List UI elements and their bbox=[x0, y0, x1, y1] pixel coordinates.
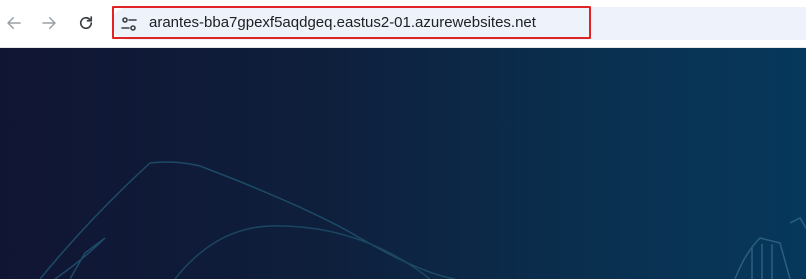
reload-button[interactable] bbox=[74, 11, 98, 35]
arrow-right-icon bbox=[42, 17, 56, 29]
reload-icon bbox=[79, 16, 93, 30]
forward-button[interactable] bbox=[37, 11, 61, 35]
hero-background-graphic bbox=[39, 161, 806, 279]
address-highlight-box bbox=[112, 6, 591, 39]
browser-toolbar: arantes-bba7gpexf5aqdgeq.eastus2-01.azur… bbox=[0, 0, 806, 48]
web-page-hero bbox=[0, 48, 806, 279]
back-button[interactable] bbox=[2, 11, 26, 35]
arrow-left-icon bbox=[7, 17, 21, 29]
